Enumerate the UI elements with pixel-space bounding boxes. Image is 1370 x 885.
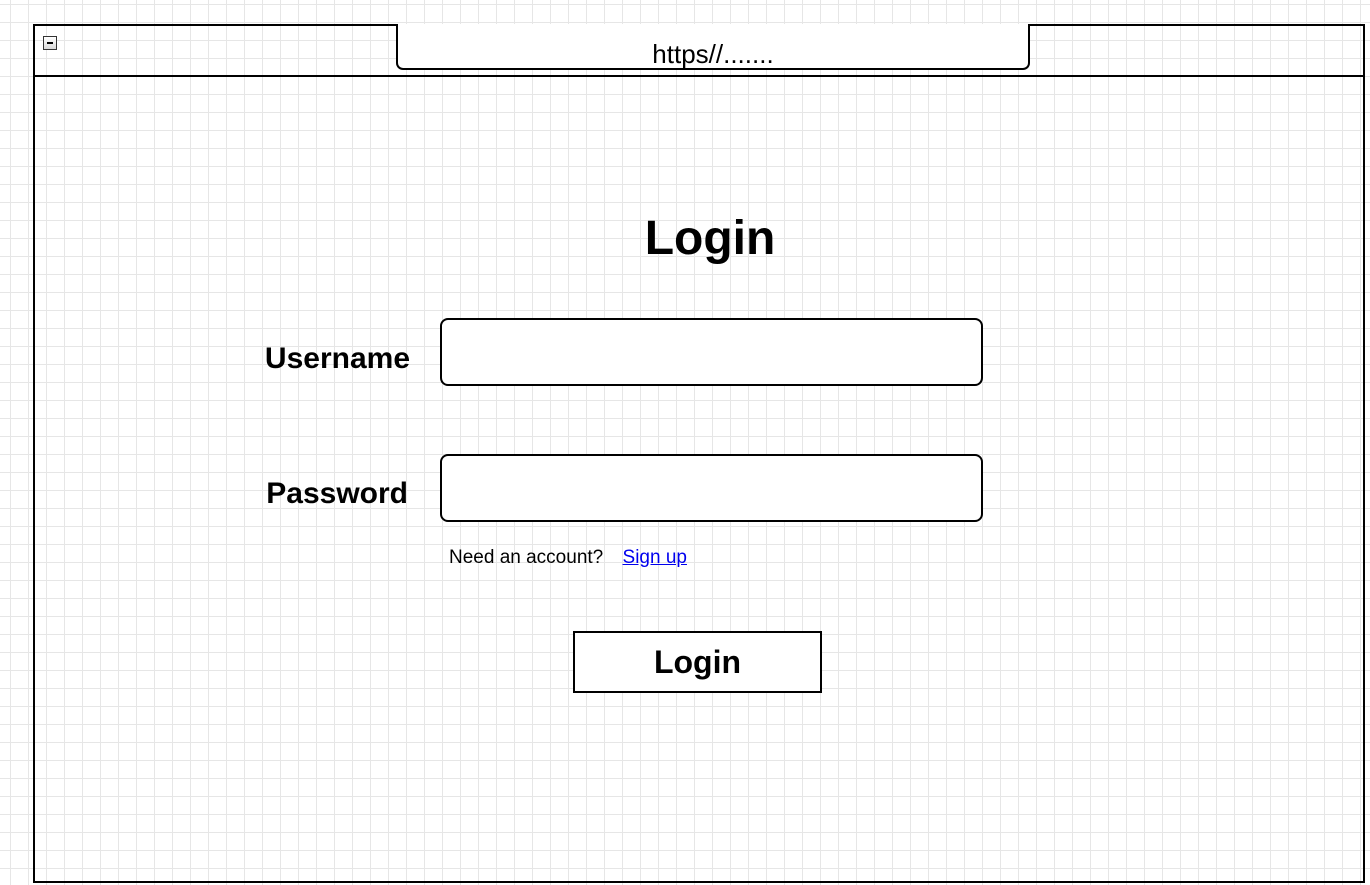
address-bar[interactable]: https//.......	[396, 24, 1030, 70]
signup-prompt: Need an account?	[449, 547, 604, 568]
username-input[interactable]	[440, 318, 983, 386]
signup-row: Need an account? Sign up	[449, 546, 687, 570]
password-label: Password	[266, 477, 408, 510]
minimize-icon[interactable]	[43, 36, 57, 50]
browser-titlebar: https//.......	[35, 24, 1363, 77]
signup-link[interactable]: Sign up	[623, 547, 687, 568]
page-title: Login	[644, 212, 776, 265]
login-button[interactable]: Login	[573, 631, 822, 693]
username-label: Username	[264, 342, 410, 375]
address-bar-url: https//.......	[652, 39, 774, 69]
password-input[interactable]	[440, 454, 983, 522]
